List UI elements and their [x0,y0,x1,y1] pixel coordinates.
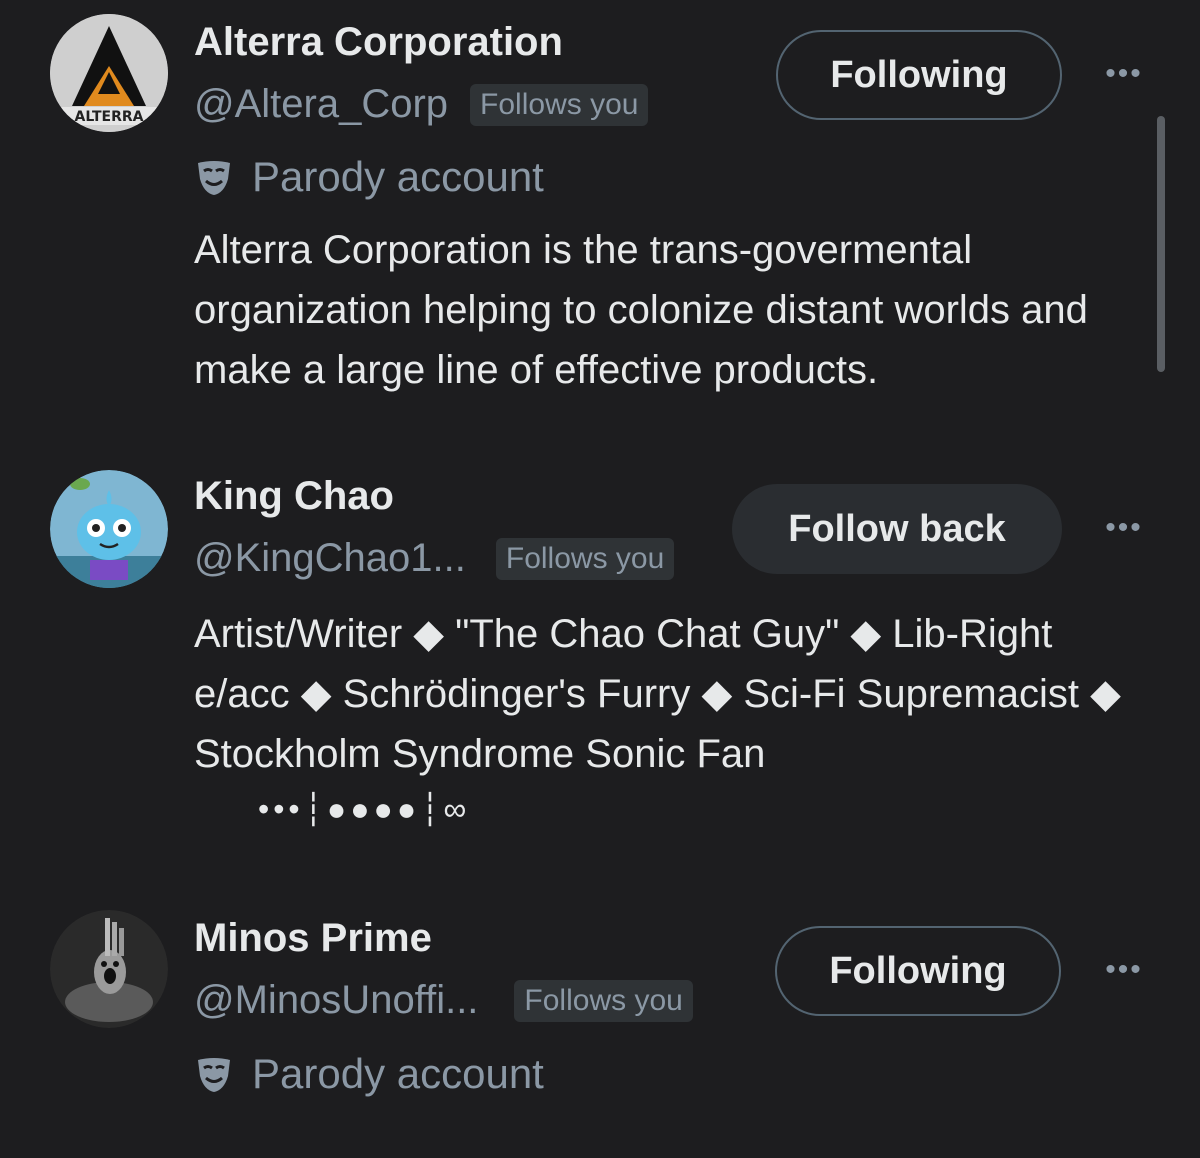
display-name[interactable]: Minos Prime [194,916,432,961]
follows-you-badge: Follows you [470,83,649,126]
user-cell-kingchao[interactable]: King Chao @KingChao1... Follows you Foll… [0,440,1200,880]
more-horizontal-icon[interactable]: ••• [1096,54,1152,94]
bio: Artist/Writer ◆ "The Chao Chat Guy" ◆ Li… [194,612,1121,776]
following-button[interactable]: Following [776,30,1062,120]
follows-you-badge: Follows you [514,979,693,1022]
bio-symbols: •••┆●●●●┆∞ [258,791,471,827]
follows-you-badge: Follows you [495,537,675,580]
handle-row: @Altera_Corp Follows you [194,82,649,127]
alterra-logo: ALTERRA [50,14,168,132]
parody-label: Parody account [194,153,544,201]
minos-avatar-image [50,910,168,1028]
follow-back-button[interactable]: Follow back [732,484,1062,574]
user-cell-alterra[interactable]: ALTERRA Alterra Corporation @Altera_Corp… [0,0,1200,430]
display-name[interactable]: Alterra Corporation [194,20,563,65]
chao-avatar-image [50,470,168,588]
avatar-kingchao[interactable] [50,470,168,588]
display-name[interactable]: King Chao [194,474,394,519]
scrollbar[interactable] [1157,116,1165,372]
handle[interactable]: @KingChao1... [194,536,466,581]
user-cell-minos[interactable]: Minos Prime @MinosUnoffi... Follows you … [0,890,1200,1158]
handle[interactable]: @Altera_Corp [194,82,448,127]
handle-row: @MinosUnoffi... Follows you [194,978,693,1023]
more-horizontal-icon[interactable]: ••• [1096,950,1152,990]
avatar-minos[interactable] [50,910,168,1028]
svg-text:ALTERRA: ALTERRA [75,109,144,125]
handle-row: @KingChao1... Follows you [194,536,675,581]
parody-label-text: Parody account [252,1050,544,1097]
mask-icon [198,1058,230,1092]
bio: Alterra Corporation is the trans-goverme… [194,228,1088,392]
avatar-alterra[interactable]: ALTERRA [50,14,168,132]
handle[interactable]: @MinosUnoffi... [194,978,478,1023]
following-button[interactable]: Following [775,926,1061,1016]
mask-icon [198,161,230,195]
more-horizontal-icon[interactable]: ••• [1096,508,1152,548]
parody-label: Parody account [194,1050,544,1098]
parody-label-text: Parody account [252,153,544,200]
